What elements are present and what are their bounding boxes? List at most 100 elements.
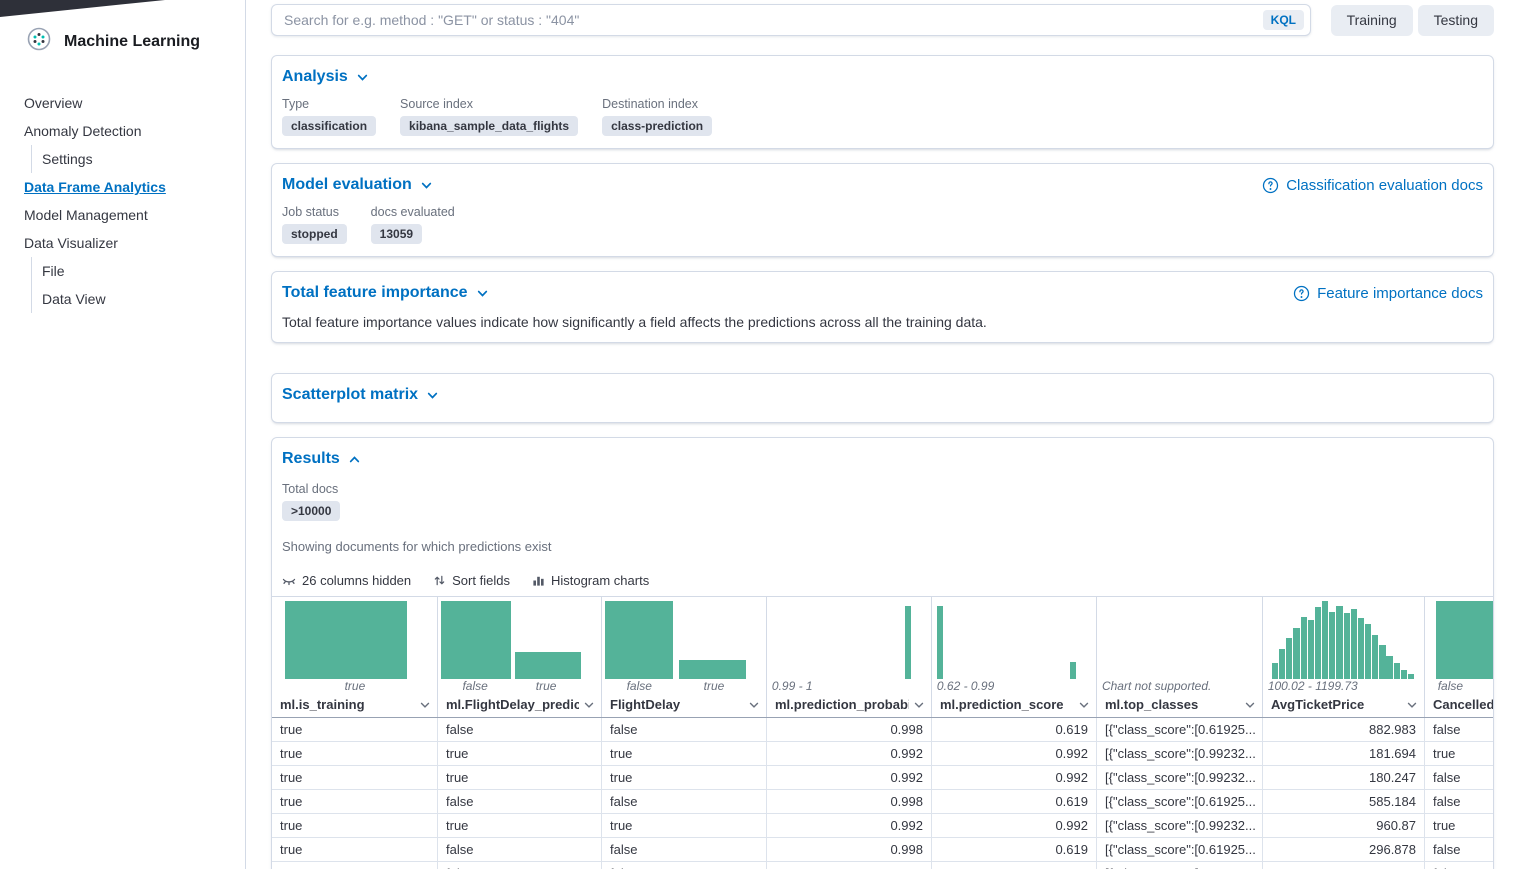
grid-cell[interactable]: 0.992 (767, 814, 932, 837)
column-header-avgticketprice[interactable]: 100.02 - 1199.73AvgTicketPrice (1263, 597, 1425, 717)
grid-cell[interactable]: true (602, 766, 767, 789)
grid-cell[interactable]: true (272, 718, 438, 741)
grid-cell[interactable]: true (438, 814, 602, 837)
histogram-charts-button[interactable]: Histogram charts (532, 573, 649, 588)
column-menu-chevron-icon[interactable] (583, 699, 595, 711)
column-header-ml-is-training[interactable]: trueml.is_training (272, 597, 438, 717)
grid-cell[interactable]: false (438, 862, 602, 869)
grid-cell[interactable]: true (1425, 814, 1493, 837)
grid-cell[interactable]: 882.983 (1263, 718, 1425, 741)
grid-cell[interactable]: true (272, 790, 438, 813)
grid-cell[interactable]: 0.619 (932, 862, 1097, 869)
kql-language-button[interactable]: KQL (1263, 10, 1304, 30)
columns-hidden-button[interactable]: 26 columns hidden (282, 573, 411, 588)
grid-cell[interactable]: 0.619 (932, 718, 1097, 741)
grid-cell[interactable]: false (602, 862, 767, 869)
sidebar-item-file[interactable]: File (31, 257, 245, 285)
grid-cell[interactable]: 585.184 (1263, 790, 1425, 813)
analysis-panel-toggle[interactable]: Analysis (282, 68, 369, 86)
column-menu-chevron-icon[interactable] (1078, 699, 1090, 711)
feature-importance-docs-link[interactable]: Feature importance docs (1293, 285, 1483, 302)
grid-cell[interactable]: true (272, 838, 438, 861)
grid-cell[interactable]: 0.998 (767, 718, 932, 741)
grid-cell[interactable]: 180.247 (1263, 766, 1425, 789)
column-menu-chevron-icon[interactable] (913, 699, 925, 711)
feature-importance-panel-toggle[interactable]: Total feature importance (282, 284, 489, 302)
table-row[interactable]: truefalsefalse0.9980.619[{"class_score":… (272, 790, 1493, 814)
search-bar[interactable]: KQL (271, 4, 1311, 36)
grid-cell[interactable]: [{"class_score":[0.99232... (1097, 766, 1263, 789)
column-header-ml-top-classes[interactable]: Chart not supported.ml.top_classes (1097, 597, 1263, 717)
grid-cell[interactable]: true (602, 742, 767, 765)
grid-cell[interactable]: false (1425, 718, 1493, 741)
column-menu-chevron-icon[interactable] (748, 699, 760, 711)
sidebar-item-data-view[interactable]: Data View (31, 285, 245, 313)
table-row[interactable]: truetruetrue0.9920.992[{"class_score":[0… (272, 742, 1493, 766)
grid-cell[interactable]: 0.998 (767, 862, 932, 869)
grid-cell[interactable]: 181.694 (1263, 742, 1425, 765)
column-menu-chevron-icon[interactable] (419, 699, 431, 711)
grid-cell[interactable]: 0.992 (932, 766, 1097, 789)
grid-cell[interactable]: 0.992 (932, 742, 1097, 765)
table-row[interactable]: truefalsefalse0.9980.619[{"class_score":… (272, 862, 1493, 869)
grid-cell[interactable]: false (1425, 838, 1493, 861)
grid-cell[interactable]: false (438, 838, 602, 861)
column-menu-chevron-icon[interactable] (1406, 699, 1418, 711)
table-row[interactable]: truefalsefalse0.9980.619[{"class_score":… (272, 838, 1493, 862)
grid-cell[interactable]: true (272, 742, 438, 765)
table-row[interactable]: truetruetrue0.9920.992[{"class_score":[0… (272, 814, 1493, 838)
grid-cell[interactable]: 906.438 (1263, 862, 1425, 869)
grid-cell[interactable]: true (272, 862, 438, 869)
sidebar-item-data-frame-analytics[interactable]: Data Frame Analytics (0, 173, 245, 201)
column-header-ml-prediction-score[interactable]: 0.62 - 0.99ml.prediction_score (932, 597, 1097, 717)
grid-cell[interactable]: false (602, 718, 767, 741)
column-header-cancelled[interactable]: falseCancelled (1425, 597, 1493, 717)
grid-cell[interactable]: true (438, 742, 602, 765)
grid-cell[interactable]: 0.992 (767, 766, 932, 789)
grid-cell[interactable]: 960.87 (1263, 814, 1425, 837)
grid-cell[interactable]: 0.992 (932, 814, 1097, 837)
grid-cell[interactable]: 0.619 (932, 838, 1097, 861)
table-row[interactable]: truetruetrue0.9920.992[{"class_score":[0… (272, 766, 1493, 790)
grid-cell[interactable]: false (438, 790, 602, 813)
grid-cell[interactable]: 0.998 (767, 790, 932, 813)
testing-button[interactable]: Testing (1418, 5, 1494, 36)
grid-cell[interactable]: [{"class_score":[0.99232... (1097, 814, 1263, 837)
grid-cell[interactable]: 0.619 (932, 790, 1097, 813)
results-panel-toggle[interactable]: Results (282, 450, 361, 468)
column-header-ml-prediction-probabilit[interactable]: 0.99 - 1ml.prediction_probabilit (767, 597, 932, 717)
grid-cell[interactable]: 0.992 (767, 742, 932, 765)
grid-cell[interactable]: false (1425, 862, 1493, 869)
grid-cell[interactable]: true (602, 814, 767, 837)
grid-cell[interactable]: false (602, 790, 767, 813)
column-header-ml-flightdelay-predictic[interactable]: falsetrueml.FlightDelay_predictic (438, 597, 602, 717)
search-input[interactable] (284, 12, 1263, 28)
grid-cell[interactable]: 296.878 (1263, 838, 1425, 861)
column-header-flightdelay[interactable]: falsetrueFlightDelay (602, 597, 767, 717)
sidebar-item-data-visualizer[interactable]: Data Visualizer (0, 229, 245, 257)
grid-cell[interactable]: false (438, 718, 602, 741)
grid-cell[interactable]: true (272, 814, 438, 837)
grid-cell[interactable]: false (602, 838, 767, 861)
grid-cell[interactable]: [{"class_score":[0.61925... (1097, 718, 1263, 741)
grid-cell[interactable]: [{"class_score":[0.61925... (1097, 838, 1263, 861)
grid-cell[interactable]: false (1425, 766, 1493, 789)
scatterplot-matrix-panel-toggle[interactable]: Scatterplot matrix (282, 386, 439, 404)
sidebar-item-settings[interactable]: Settings (31, 145, 245, 173)
sidebar-item-model-management[interactable]: Model Management (0, 201, 245, 229)
column-menu-chevron-icon[interactable] (1244, 699, 1256, 711)
grid-cell[interactable]: true (1425, 742, 1493, 765)
training-button[interactable]: Training (1331, 5, 1413, 36)
sidebar-item-overview[interactable]: Overview (0, 89, 245, 117)
sort-fields-button[interactable]: Sort fields (433, 573, 510, 588)
grid-cell[interactable]: true (272, 766, 438, 789)
grid-cell[interactable]: [{"class_score":[0.61925... (1097, 790, 1263, 813)
classification-evaluation-docs-link[interactable]: Classification evaluation docs (1262, 177, 1483, 194)
grid-cell[interactable]: false (1425, 790, 1493, 813)
grid-cell[interactable]: true (438, 766, 602, 789)
grid-cell[interactable]: [{"class_score":[0.99232... (1097, 742, 1263, 765)
grid-cell[interactable]: [{"class_score":[0.61925... (1097, 862, 1263, 869)
model-evaluation-panel-toggle[interactable]: Model evaluation (282, 176, 433, 194)
table-row[interactable]: truefalsefalse0.9980.619[{"class_score":… (272, 718, 1493, 742)
grid-cell[interactable]: 0.998 (767, 838, 932, 861)
